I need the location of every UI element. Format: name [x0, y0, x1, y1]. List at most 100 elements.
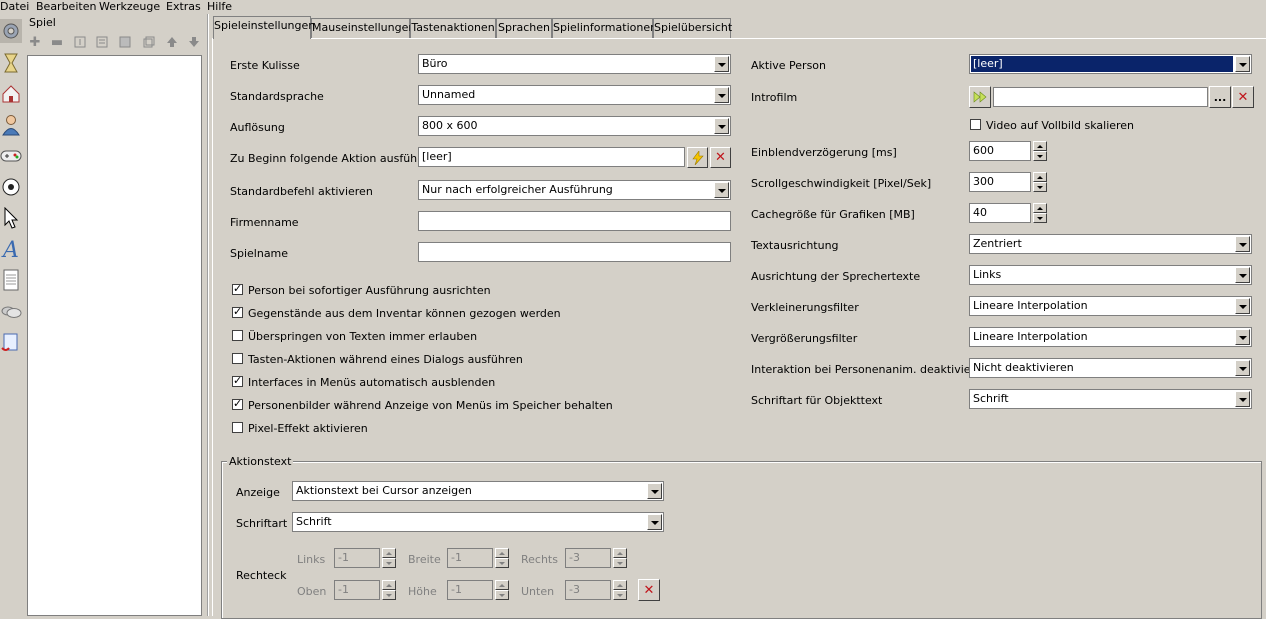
delete-icon[interactable]: ✕: [710, 147, 731, 168]
introfilm-input[interactable]: [993, 87, 1208, 107]
project-tree[interactable]: [27, 55, 202, 616]
house-icon[interactable]: [0, 82, 22, 106]
checkbox-tasten-dialog[interactable]: [232, 353, 243, 364]
menu-bearbeiten[interactable]: Bearbeiten: [36, 0, 96, 14]
chevron-down-icon[interactable]: [1235, 267, 1250, 283]
move-up-icon[interactable]: [164, 34, 180, 50]
rechts-label: Rechts: [521, 553, 558, 566]
textausrichtung-select[interactable]: Zentriert: [969, 234, 1252, 254]
checkbox-personenbilder-speicher[interactable]: [232, 397, 243, 410]
tab-mauseinstellungen[interactable]: Mauseinstellungen: [311, 18, 415, 38]
chevron-down-icon[interactable]: [1235, 298, 1250, 314]
links-label: Links: [297, 553, 326, 566]
vergroesserung-select[interactable]: Lineare Interpolation: [969, 327, 1252, 347]
checkbox-person-ausrichten[interactable]: [232, 282, 243, 295]
chevron-down-icon[interactable]: [1235, 391, 1250, 407]
erste-kulisse-select[interactable]: Büro: [418, 54, 731, 74]
play-icon[interactable]: [969, 86, 991, 108]
tab-sprachen[interactable]: Sprachen: [496, 18, 552, 38]
chevron-down-icon[interactable]: [1235, 329, 1250, 345]
chevron-down-icon[interactable]: [647, 514, 662, 530]
copy-icon[interactable]: [141, 34, 157, 50]
standardsprache-select[interactable]: Unnamed: [418, 85, 731, 105]
clouds-icon[interactable]: [0, 299, 22, 323]
scroll-input[interactable]: 300: [969, 172, 1031, 192]
hoehe-input[interactable]: -1: [447, 580, 493, 600]
browse-button[interactable]: ...: [1209, 86, 1231, 108]
breite-label: Breite: [408, 553, 441, 566]
hourglass-icon[interactable]: [0, 51, 22, 75]
checkbox-pixel-effekt[interactable]: [232, 422, 243, 433]
checkbox-label: Gegenstände aus dem Inventar können gezo…: [248, 307, 561, 320]
menu-werkzeuge[interactable]: Werkzeuge: [99, 0, 160, 14]
font-icon[interactable]: A: [0, 237, 22, 261]
spielname-input[interactable]: [418, 242, 731, 262]
rechts-spinner[interactable]: [613, 548, 627, 568]
oben-input[interactable]: -1: [334, 580, 380, 600]
tab-spieleinstellungen[interactable]: Spieleinstellungen: [213, 16, 315, 39]
aktive-person-label: Aktive Person: [751, 59, 827, 72]
save-icon[interactable]: [117, 34, 133, 50]
remove-icon[interactable]: ▬: [49, 34, 65, 50]
ball-icon[interactable]: [0, 175, 22, 199]
hoehe-spinner[interactable]: [495, 580, 509, 600]
aktive-person-select[interactable]: [leer]: [969, 54, 1252, 74]
cache-spinner[interactable]: [1033, 203, 1047, 223]
aufloesung-select[interactable]: 800 x 600: [418, 116, 731, 136]
chevron-down-icon[interactable]: [714, 56, 729, 72]
splitter[interactable]: [207, 14, 209, 616]
chevron-down-icon[interactable]: [647, 483, 662, 499]
einblend-spinner[interactable]: [1033, 141, 1047, 161]
script-icon[interactable]: [0, 330, 22, 354]
document-icon[interactable]: [0, 268, 22, 292]
cache-input[interactable]: 40: [969, 203, 1031, 223]
checkbox-video-vollbild[interactable]: [970, 119, 981, 130]
checkbox-inventar-ziehen[interactable]: [232, 305, 243, 318]
gamepad-icon[interactable]: [0, 144, 22, 168]
tab-tastenaktionen[interactable]: Tastenaktionen: [410, 18, 496, 38]
links-input[interactable]: -1: [334, 548, 380, 568]
chevron-down-icon[interactable]: [1235, 56, 1250, 72]
menu-extras[interactable]: Extras: [166, 0, 201, 14]
standardbefehl-select[interactable]: Nur nach erfolgreicher Ausführung: [418, 180, 731, 200]
delete-icon[interactable]: ✕: [638, 579, 660, 601]
chevron-down-icon[interactable]: [1235, 360, 1250, 376]
lightning-icon[interactable]: [687, 147, 708, 168]
firmenname-input[interactable]: [418, 211, 731, 231]
beginn-aktion-field[interactable]: [leer]: [418, 147, 685, 167]
schriftart-select[interactable]: Schrift: [292, 512, 664, 532]
sprechertexte-select[interactable]: Links: [969, 265, 1252, 285]
delete-icon[interactable]: ✕: [1232, 86, 1254, 108]
checkbox-texte-ueberspringen[interactable]: [232, 330, 243, 341]
checkbox-interfaces-ausblenden[interactable]: [232, 374, 243, 387]
breite-spinner[interactable]: [495, 548, 509, 568]
move-down-icon[interactable]: [186, 34, 202, 50]
person-icon[interactable]: [0, 113, 22, 137]
breite-input[interactable]: -1: [447, 548, 493, 568]
add-icon[interactable]: ✚: [27, 34, 43, 50]
menu-bar: Datei Bearbeiten Werkzeuge Extras Hilfe: [0, 0, 1266, 14]
unten-spinner[interactable]: [613, 580, 627, 600]
rename-icon[interactable]: [72, 34, 88, 50]
unten-input[interactable]: -3: [565, 580, 611, 600]
properties-icon[interactable]: [94, 34, 110, 50]
menu-hilfe[interactable]: Hilfe: [207, 0, 232, 14]
settings-gear-icon[interactable]: [0, 19, 22, 43]
chevron-down-icon[interactable]: [714, 182, 729, 198]
menu-datei[interactable]: Datei: [0, 0, 29, 14]
tab-spielinformationen[interactable]: Spielinformationen: [552, 18, 657, 38]
chevron-down-icon[interactable]: [714, 87, 729, 103]
verkleinerung-select[interactable]: Lineare Interpolation: [969, 296, 1252, 316]
anzeige-select[interactable]: Aktionstext bei Cursor anzeigen: [292, 481, 664, 501]
links-spinner[interactable]: [382, 548, 396, 568]
rechts-input[interactable]: -3: [565, 548, 611, 568]
interaktion-select[interactable]: Nicht deaktivieren: [969, 358, 1252, 378]
scroll-spinner[interactable]: [1033, 172, 1047, 192]
chevron-down-icon[interactable]: [1235, 236, 1250, 252]
cursor-icon[interactable]: [0, 206, 22, 230]
chevron-down-icon[interactable]: [714, 118, 729, 134]
einblend-input[interactable]: 600: [969, 141, 1031, 161]
schriftart-obj-select[interactable]: Schrift: [969, 389, 1252, 409]
oben-spinner[interactable]: [382, 580, 396, 600]
tab-spieluebersicht[interactable]: Spielübersicht: [653, 18, 732, 38]
